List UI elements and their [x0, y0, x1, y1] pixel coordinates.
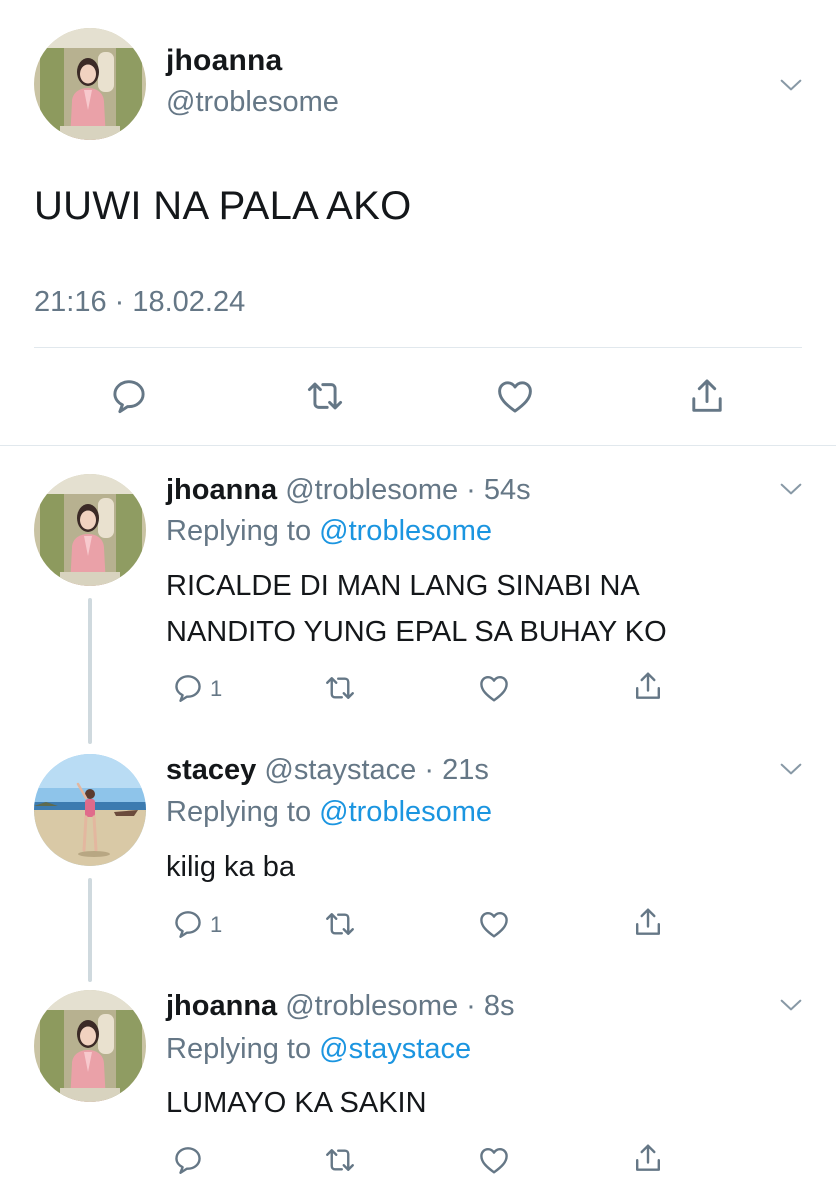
retweet-icon[interactable] — [322, 906, 358, 942]
reply-text: kilig ka ba — [166, 851, 295, 883]
reply-count: 1 — [210, 912, 223, 937]
author-name[interactable]: jhoanna — [166, 474, 277, 506]
share-icon[interactable] — [630, 1140, 666, 1176]
reply-icon[interactable] — [170, 906, 206, 942]
avatar[interactable] — [34, 474, 146, 586]
avatar-image — [34, 28, 146, 140]
reply-header: jhoanna @troblesome · 54s — [166, 474, 531, 507]
reply-header: stacey @staystace · 21s — [166, 754, 489, 787]
thread-line — [88, 598, 92, 744]
tweet-thread: jhoanna @troblesome UUWI NA PALA AKO 21:… — [0, 0, 836, 1200]
share-icon[interactable] — [685, 374, 729, 418]
retweet-icon[interactable] — [322, 670, 358, 706]
handle-and-time[interactable]: @staystace · 21s — [264, 754, 488, 786]
reply-header: jhoanna @troblesome · 8s — [166, 990, 515, 1023]
share-icon[interactable] — [630, 668, 666, 704]
thread-line — [88, 878, 92, 982]
handle-and-time[interactable]: @troblesome · 8s — [285, 990, 514, 1022]
avatar-image — [34, 990, 146, 1102]
reply-text: RICALDE DI MAN LANG SINABI NA NANDITO YU… — [166, 570, 667, 648]
share-icon[interactable] — [630, 904, 666, 940]
replying-prefix: Replying to — [166, 1033, 320, 1065]
author-name[interactable]: stacey — [166, 754, 256, 786]
reply-count: 1 — [210, 676, 223, 701]
mention-link[interactable]: @troblesome — [319, 515, 492, 547]
author-name[interactable]: jhoanna — [166, 44, 282, 78]
replying-prefix: Replying to — [166, 515, 320, 547]
replying-to: Replying to @troblesome — [166, 796, 492, 829]
like-icon[interactable] — [476, 670, 512, 706]
replying-to: Replying to @staystace — [166, 1033, 471, 1066]
reply-icon[interactable] — [170, 1142, 206, 1178]
like-icon[interactable] — [476, 1142, 512, 1178]
avatar[interactable] — [34, 28, 146, 140]
avatar[interactable] — [34, 990, 146, 1102]
avatar-image — [34, 754, 146, 866]
replying-to: Replying to @troblesome — [166, 515, 492, 548]
avatar-image — [34, 474, 146, 586]
divider — [0, 445, 836, 446]
mention-link[interactable]: @troblesome — [319, 796, 492, 828]
handle-and-time[interactable]: @troblesome · 54s — [285, 474, 530, 506]
reply-icon[interactable] — [170, 670, 206, 706]
author-handle[interactable]: @troblesome — [166, 86, 339, 119]
tweet-text: UUWI NA PALA AKO — [34, 184, 412, 228]
mention-link[interactable]: @staystace — [319, 1033, 471, 1065]
chevron-down-icon[interactable] — [776, 990, 806, 1020]
like-icon[interactable] — [476, 906, 512, 942]
reply-icon[interactable] — [107, 374, 151, 418]
author-name[interactable]: jhoanna — [166, 990, 277, 1022]
chevron-down-icon[interactable] — [776, 70, 806, 100]
chevron-down-icon[interactable] — [776, 474, 806, 504]
replying-prefix: Replying to — [166, 796, 320, 828]
like-icon[interactable] — [493, 374, 537, 418]
tweet-timestamp[interactable]: 21:16 · 18.02.24 — [34, 286, 245, 319]
retweet-icon[interactable] — [303, 374, 347, 418]
retweet-icon[interactable] — [322, 1142, 358, 1178]
main-tweet: jhoanna @troblesome UUWI NA PALA AKO 21:… — [0, 0, 836, 446]
avatar[interactable] — [34, 754, 146, 866]
divider — [34, 347, 802, 348]
reply-text: LUMAYO KA SAKIN — [166, 1087, 427, 1119]
chevron-down-icon[interactable] — [776, 754, 806, 784]
